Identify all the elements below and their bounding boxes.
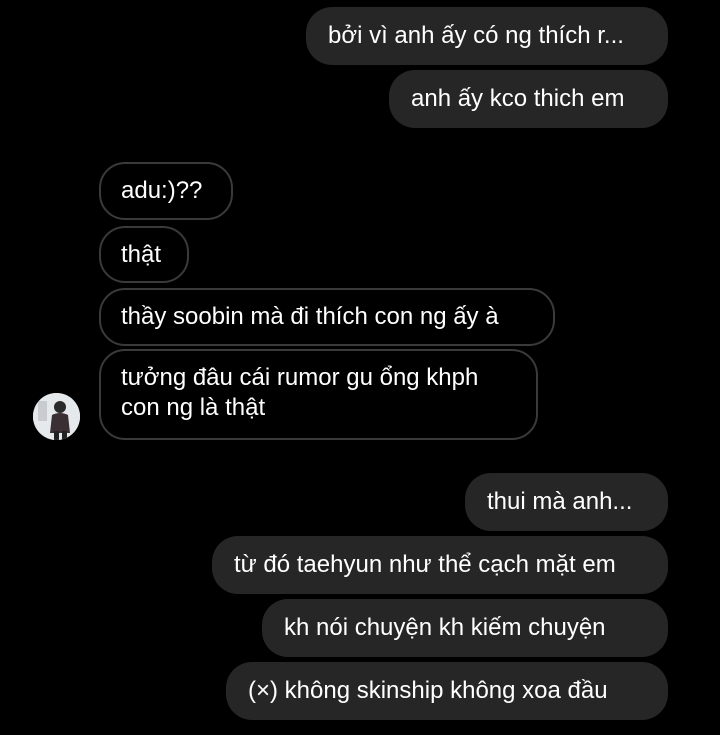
message-text: con ng là thật: [121, 394, 266, 421]
message-text: bởi vì anh ấy có ng thích r...: [328, 22, 624, 49]
message-sent[interactable]: (×) không skinship không xoa đầu: [226, 662, 668, 720]
message-received[interactable]: tưởng đâu cái rumor gu ổng khph con ng l…: [99, 349, 538, 440]
message-received[interactable]: thầy soobin mà đi thích con ng ấy à: [99, 288, 555, 346]
message-text: adu:)??: [121, 177, 203, 204]
message-text: thui mà anh...: [487, 488, 633, 515]
message-received[interactable]: adu:)??: [99, 162, 233, 220]
contact-avatar[interactable]: [33, 393, 80, 440]
message-text: thầy soobin mà đi thích con ng ấy à: [121, 303, 499, 330]
message-sent[interactable]: từ đó taehyun như thể cạch mặt em: [212, 536, 668, 594]
message-text: từ đó taehyun như thể cạch mặt em: [234, 551, 616, 578]
message-text: tưởng đâu cái rumor gu ổng khph: [121, 364, 479, 391]
message-text: kh nói chuyện kh kiếm chuyện: [284, 614, 606, 641]
message-sent[interactable]: anh ấy kco thich em: [389, 70, 668, 128]
message-sent[interactable]: bởi vì anh ấy có ng thích r...: [306, 7, 668, 65]
avatar-image: [33, 393, 80, 440]
message-text: (×) không skinship không xoa đầu: [248, 677, 608, 704]
message-sent[interactable]: thui mà anh...: [465, 473, 668, 531]
message-text: anh ấy kco thich em: [411, 85, 625, 112]
message-text: thật: [121, 241, 162, 268]
message-received[interactable]: thật: [99, 226, 189, 283]
message-sent[interactable]: kh nói chuyện kh kiếm chuyện: [262, 599, 668, 657]
